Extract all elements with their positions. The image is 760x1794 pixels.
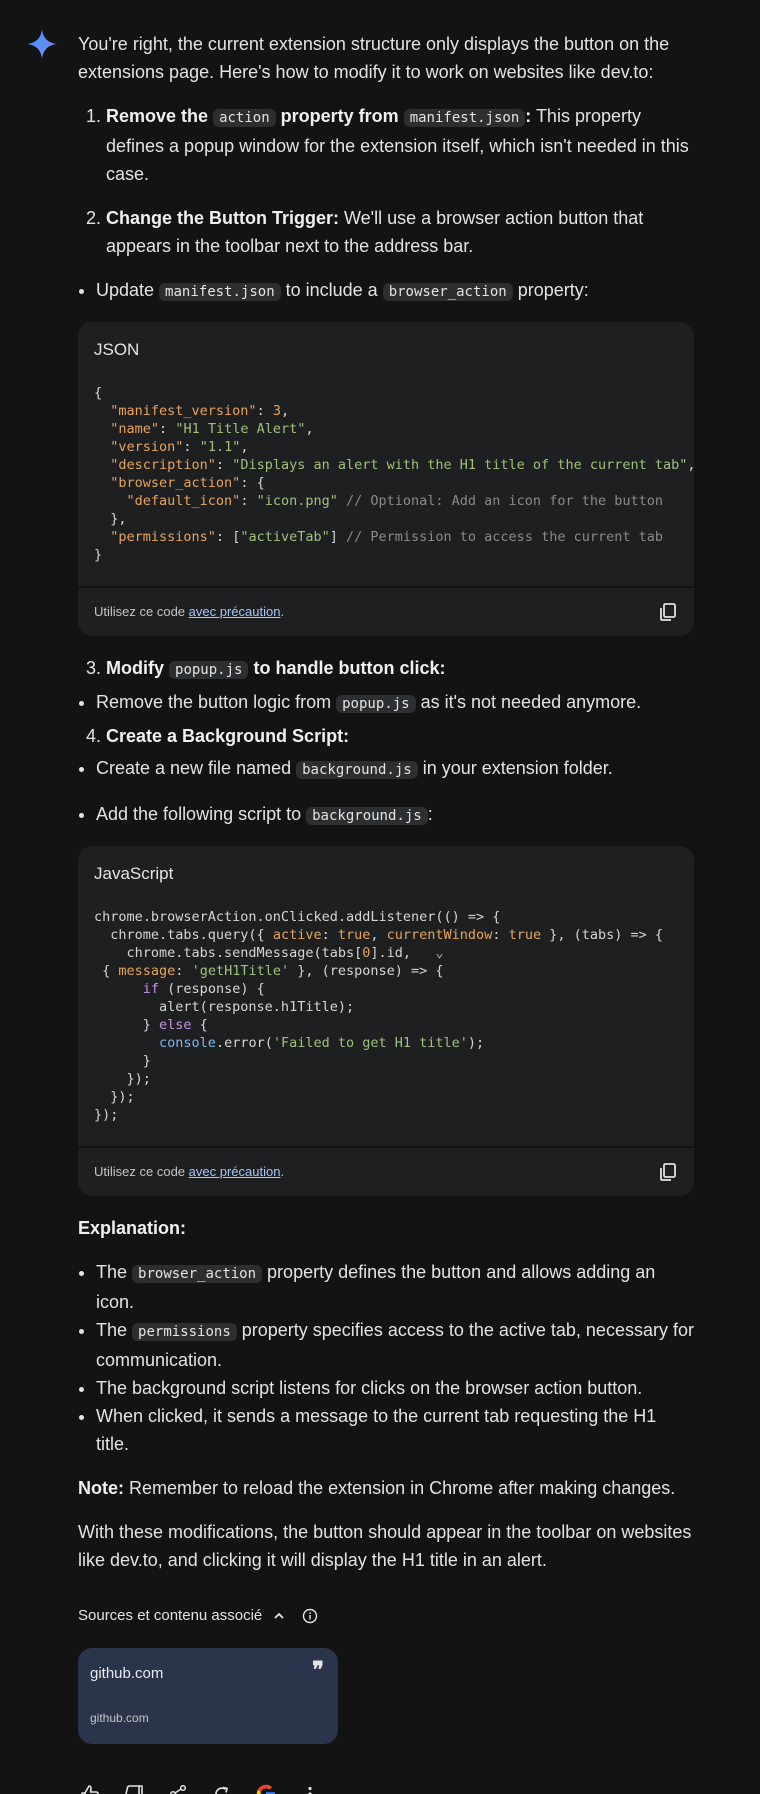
code-content[interactable]: { "manifest_version": 3, "name": "H1 Tit… [78, 384, 694, 586]
list-item: Add the following script to background.j… [96, 800, 694, 830]
step-4: Create a Background Script: [106, 722, 694, 750]
list-item: Remove the button logic from popup.js as… [96, 688, 694, 718]
response-content: You're right, the current extension stru… [78, 30, 694, 1794]
code-content[interactable]: chrome.browserAction.onClicked.addListen… [78, 908, 694, 1146]
code-language-label: JSON [94, 340, 140, 359]
steps-list-1: Remove the action property from manifest… [78, 102, 694, 260]
gemini-spark-icon [27, 29, 57, 59]
response-actions [78, 1782, 694, 1794]
copy-icon[interactable] [658, 1162, 678, 1182]
inline-code: manifest.json [403, 109, 526, 127]
list-item: When clicked, it sends a message to the … [96, 1402, 694, 1458]
bullet-list-remove: Remove the button logic from popup.js as… [78, 688, 694, 718]
bullet-list-update: Update manifest.json to include a browse… [78, 276, 694, 306]
steps-list-4: Create a Background Script: [78, 722, 694, 750]
bullet-list-add: Add the following script to background.j… [78, 800, 694, 830]
step-3: Modify popup.js to handle button click: [106, 654, 694, 684]
copy-icon[interactable] [658, 602, 678, 622]
code-footer: Utilisez ce code avec précaution. [78, 1146, 694, 1196]
code-block-javascript: JavaScript chrome.browserAction.onClicke… [78, 846, 694, 1196]
thumbs-up-icon[interactable] [78, 1782, 102, 1794]
explanation-list: The browser_action property defines the … [78, 1258, 694, 1458]
share-icon[interactable] [166, 1782, 190, 1794]
chevron-up-icon [274, 1612, 284, 1619]
more-vert-icon[interactable] [298, 1782, 322, 1794]
explanation-title: Explanation: [78, 1218, 187, 1238]
code-footer: Utilisez ce code avec précaution. [78, 586, 694, 636]
google-icon[interactable] [254, 1782, 278, 1794]
regenerate-icon[interactable] [210, 1782, 234, 1794]
inline-code: action [213, 109, 276, 127]
list-item: Create a new file named background.js in… [96, 754, 694, 784]
list-item: Update manifest.json to include a browse… [96, 276, 694, 306]
outro-text: With these modifications, the button sho… [78, 1522, 692, 1570]
code-block-json: JSON { "manifest_version": 3, "name": "H… [78, 322, 694, 636]
info-icon[interactable] [302, 1608, 318, 1624]
sources-label: Sources et contenu associé [78, 1607, 263, 1624]
sources-toggle[interactable]: Sources et contenu associé [78, 1602, 694, 1630]
source-card-url: github.com [90, 1711, 149, 1725]
quote-icon: ❞ [312, 1657, 324, 1683]
caution-link[interactable]: avec précaution [189, 604, 281, 619]
bullet-list-create: Create a new file named background.js in… [78, 754, 694, 784]
source-card-title: github.com [90, 1665, 164, 1682]
source-card[interactable]: github.com ❞ github.com [78, 1648, 338, 1744]
step-2: Change the Button Trigger: We'll use a b… [106, 204, 694, 260]
note-text: Note: Remember to reload the extension i… [78, 1478, 676, 1498]
intro-text: You're right, the current extension stru… [78, 34, 670, 82]
code-language-label: JavaScript [94, 864, 174, 883]
list-item: The browser_action property defines the … [96, 1258, 694, 1316]
list-item: The background script listens for clicks… [96, 1374, 694, 1402]
list-item: The permissions property specifies acces… [96, 1316, 694, 1374]
caution-link[interactable]: avec précaution [189, 1164, 281, 1179]
steps-list-3: Modify popup.js to handle button click: [78, 654, 694, 684]
thumbs-down-icon[interactable] [122, 1782, 146, 1794]
step-1: Remove the action property from manifest… [106, 102, 694, 188]
